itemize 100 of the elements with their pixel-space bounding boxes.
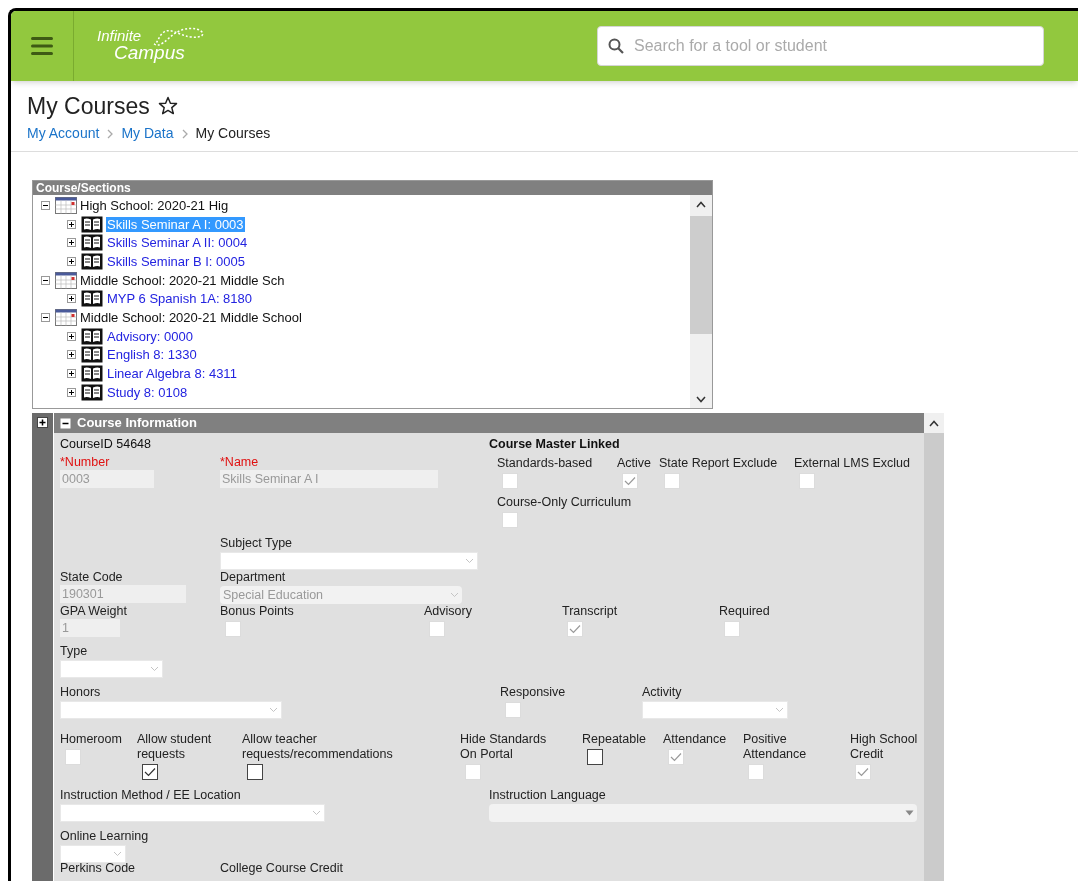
expand-icon[interactable] — [67, 238, 76, 248]
calendar-icon — [55, 271, 77, 289]
field-label: Bonus Points — [220, 604, 294, 619]
collapse-icon[interactable] — [60, 417, 71, 429]
panel-header: Course/Sections — [33, 181, 712, 195]
book-icon — [81, 234, 103, 252]
scroll-down-icon[interactable] — [696, 396, 706, 403]
field-label: Instruction Method / EE Location — [60, 788, 242, 803]
field-label: Positive Attendance — [743, 732, 808, 762]
chevron-down-icon — [775, 707, 784, 713]
chevron-icon — [107, 128, 114, 139]
field-label: College Course Credit — [220, 861, 343, 876]
dropdown-value: Special Education — [223, 586, 324, 604]
field-label: Required — [719, 604, 770, 619]
chevron-icon — [181, 128, 188, 139]
collapse-icon[interactable] — [41, 200, 50, 210]
book-icon — [81, 215, 103, 233]
breadcrumb-link[interactable]: My Account — [27, 123, 100, 144]
course-link[interactable]: MYP 6 Spanish 1A: 8180 — [106, 291, 254, 307]
dropdown-triangle-icon — [905, 810, 914, 816]
field-label: Perkins Code — [60, 861, 136, 876]
school-label[interactable]: High School: 2020-21 Hig — [80, 197, 229, 213]
search-icon — [608, 38, 624, 54]
scrollbar[interactable] — [924, 413, 944, 881]
school-label[interactable]: Middle School: 2020-21 Middle School — [80, 309, 302, 325]
field-label: Attendance — [663, 732, 727, 747]
section-label: CourseID 54648 — [60, 437, 152, 452]
chevron-down-icon — [269, 707, 278, 713]
field-label: Allow teacher requests/recommendations — [242, 732, 394, 762]
swoosh-icon — [152, 26, 206, 48]
book-icon — [81, 365, 103, 383]
scroll-thumb[interactable] — [690, 216, 712, 334]
breadcrumb-current: My Courses — [195, 124, 271, 143]
field-label: Standards-based — [497, 456, 593, 471]
field-label: Activity — [642, 685, 683, 700]
book-icon — [81, 327, 103, 345]
field-label: State Code — [60, 570, 124, 585]
checkbox[interactable] — [587, 749, 603, 765]
field-label: High School Credit — [850, 732, 919, 762]
chevron-down-icon — [150, 666, 159, 672]
field-label: Advisory — [424, 604, 472, 619]
collapse-icon[interactable] — [41, 275, 50, 285]
expand-icon[interactable] — [67, 256, 76, 266]
course-link[interactable]: Skills Seminar A II: 0004 — [106, 235, 249, 251]
star-icon[interactable] — [157, 96, 178, 116]
expand-icon[interactable] — [67, 219, 76, 229]
collapse-icon[interactable] — [41, 312, 50, 322]
course-link[interactable]: Advisory: 0000 — [106, 328, 194, 344]
expand-icon[interactable] — [67, 331, 76, 341]
field-label: Responsive — [500, 685, 566, 700]
panel-title: Course Information — [77, 414, 197, 433]
calendar-icon — [55, 308, 77, 326]
logo-text: Campus — [114, 43, 185, 62]
search-field[interactable]: Search for a tool or student — [597, 26, 1044, 66]
field-label: Department — [220, 570, 287, 585]
course-link[interactable]: Skills Seminar B I: 0005 — [106, 253, 246, 269]
checkbox[interactable] — [142, 764, 158, 780]
field-label: Honors — [60, 685, 102, 700]
expand-icon[interactable] — [67, 387, 76, 397]
field-label: Course-Only Curriculum — [497, 495, 632, 510]
course-link[interactable]: Study 8: 0108 — [106, 384, 189, 400]
field-label: Subject Type — [220, 536, 294, 551]
chevron-down-icon — [113, 851, 122, 857]
field-label: Type — [60, 644, 89, 659]
field-label: Active — [617, 456, 652, 471]
field-label: Instruction Language — [489, 788, 607, 803]
field-label: *Name — [220, 455, 260, 470]
chevron-down-icon — [465, 558, 474, 564]
menu-icon — [31, 37, 53, 55]
book-icon — [81, 252, 103, 270]
field-label: Hide Standards On Portal — [460, 732, 548, 762]
scroll-up-icon[interactable] — [696, 201, 706, 208]
expand-icon[interactable] — [67, 369, 76, 379]
logo-text: Infinite — [97, 28, 142, 43]
book-icon — [81, 383, 103, 401]
field-label: Homeroom — [60, 732, 123, 747]
book-icon — [81, 346, 103, 364]
expand-icon[interactable] — [37, 417, 48, 428]
checkbox[interactable] — [247, 764, 263, 780]
field-label: Online Learning — [60, 829, 149, 844]
page-title: My Courses — [27, 92, 150, 121]
field-label: State Report Exclude — [659, 456, 778, 471]
school-label[interactable]: Middle School: 2020-21 Middle Sch — [80, 272, 285, 288]
scrollbar[interactable] — [690, 195, 712, 408]
field-label: External LMS Exclud — [794, 456, 911, 471]
field-label: Transcript — [562, 604, 618, 619]
breadcrumb-link[interactable]: My Data — [121, 123, 174, 144]
field-label: Allow student requests — [137, 732, 213, 762]
chevron-down-icon — [450, 592, 459, 598]
expand-icon[interactable] — [67, 350, 76, 360]
chevron-down-icon — [312, 810, 321, 816]
course-link[interactable]: Linear Algebra 8: 4311 — [106, 366, 238, 382]
field-label: GPA Weight — [60, 604, 127, 619]
expand-icon[interactable] — [67, 294, 76, 304]
section-label: Course Master Linked — [489, 437, 620, 452]
book-icon — [81, 290, 103, 308]
field-label: Repeatable — [582, 732, 646, 747]
scroll-up-icon[interactable] — [929, 419, 939, 427]
course-link[interactable]: English 8: 1330 — [106, 347, 198, 363]
field-label: *Number — [60, 455, 111, 470]
